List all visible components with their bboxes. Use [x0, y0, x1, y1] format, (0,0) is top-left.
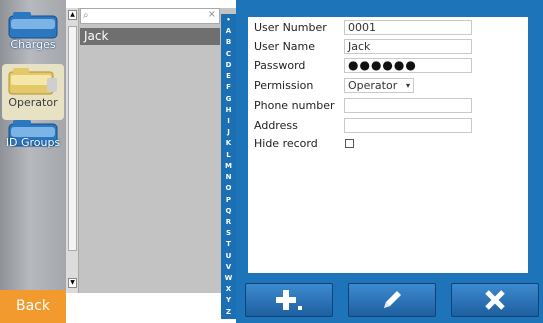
back-button[interactable]: Back — [0, 290, 66, 323]
address-label: Address — [254, 119, 298, 132]
alphabet-letter[interactable]: D — [226, 61, 232, 70]
alphabet-letter[interactable]: E — [226, 72, 231, 81]
alphabet-letter[interactable]: O — [226, 184, 232, 193]
plus-icon — [276, 290, 302, 310]
permission-select[interactable]: Operator ▾ — [344, 78, 414, 93]
nav-item-charges[interactable]: Charges — [2, 6, 64, 62]
alphabet-letter[interactable]: B — [226, 38, 231, 47]
user-number-field[interactable]: 0001 — [344, 20, 472, 35]
alphabet-letter[interactable]: Z — [226, 308, 231, 317]
list-item[interactable]: Jack — [80, 28, 220, 45]
alphabet-letter[interactable]: R — [226, 218, 231, 227]
alphabet-letter[interactable]: M — [225, 162, 232, 171]
alphabet-letter[interactable]: N — [226, 173, 232, 182]
alphabet-letter[interactable]: S — [226, 229, 231, 238]
user-name-field[interactable]: Jack — [344, 39, 472, 54]
folder-icon — [8, 12, 58, 39]
alphabet-letter[interactable]: G — [226, 95, 232, 104]
nav-item-label: Charges — [10, 38, 56, 51]
alphabet-letter[interactable]: T — [226, 240, 231, 249]
delete-button[interactable] — [451, 283, 539, 317]
edit-button[interactable] — [348, 283, 436, 317]
user-management-screen: Charges Operator ID Groups Back ▲ ▼ ⌕ × … — [0, 0, 543, 323]
user-name-label: User Name — [254, 40, 316, 53]
alphabet-letter[interactable]: A — [226, 27, 231, 36]
alphabet-letter[interactable]: • — [226, 16, 230, 25]
alphabet-letter[interactable]: I — [227, 117, 230, 126]
nav-item-id-groups[interactable]: ID Groups — [2, 116, 64, 172]
pencil-icon — [384, 291, 401, 308]
alphabet-letter[interactable]: P — [226, 196, 231, 205]
scroll-up-icon[interactable]: ▲ — [68, 10, 77, 20]
password-field[interactable]: ●●●●●● — [344, 58, 472, 73]
alphabet-letter[interactable]: V — [226, 263, 231, 272]
search-input[interactable] — [95, 10, 205, 22]
dropdown-icon: ▾ — [405, 81, 410, 90]
folder-icon — [8, 68, 57, 95]
search-box: ⌕ × — [80, 8, 220, 24]
alphabet-letter[interactable]: L — [226, 151, 230, 160]
nav-item-label: ID Groups — [5, 136, 61, 149]
phone-field[interactable] — [344, 98, 472, 113]
alphabet-letter[interactable]: Y — [226, 296, 231, 305]
alphabet-letter[interactable]: J — [227, 128, 230, 137]
hide-record-label: Hide record — [254, 137, 318, 150]
alphabet-letter[interactable]: K — [226, 139, 231, 148]
scroll-thumb[interactable] — [68, 26, 77, 251]
alphabet-letter[interactable]: W — [225, 274, 233, 283]
x-icon — [485, 290, 505, 310]
alphabet-letter[interactable]: H — [226, 106, 232, 115]
user-form: User Number 0001 User Name Jack Password… — [248, 17, 528, 273]
alphabet-letter[interactable]: U — [226, 252, 232, 261]
nav-item-operator[interactable]: Operator — [2, 64, 64, 120]
alphabet-index[interactable]: • A B C D E F G H I J K L M N O P Q R S T U V W X Y Z — [221, 14, 236, 319]
permission-label: Permission — [254, 79, 314, 92]
alphabet-letter[interactable]: C — [226, 50, 231, 59]
list-scrollbar[interactable]: ▲ ▼ — [66, 8, 79, 293]
clear-icon[interactable]: × — [208, 9, 216, 20]
alphabet-letter[interactable]: Q — [226, 207, 232, 216]
side-nav: Charges Operator ID Groups Back — [0, 0, 66, 323]
address-field[interactable] — [344, 118, 472, 133]
nav-item-label: Operator — [8, 96, 58, 109]
alphabet-letter[interactable]: X — [226, 285, 231, 294]
password-label: Password — [254, 59, 306, 72]
alphabet-letter[interactable]: F — [226, 83, 231, 92]
hide-record-checkbox[interactable] — [345, 139, 354, 148]
scroll-down-icon[interactable]: ▼ — [68, 278, 77, 288]
phone-label: Phone number — [254, 99, 335, 112]
name-list-panel: ▲ ▼ ⌕ × Jack — [66, 8, 236, 293]
user-number-label: User Number — [254, 21, 327, 34]
permission-value: Operator — [348, 79, 398, 92]
search-icon: ⌕ — [83, 10, 89, 21]
add-button[interactable] — [245, 283, 333, 317]
